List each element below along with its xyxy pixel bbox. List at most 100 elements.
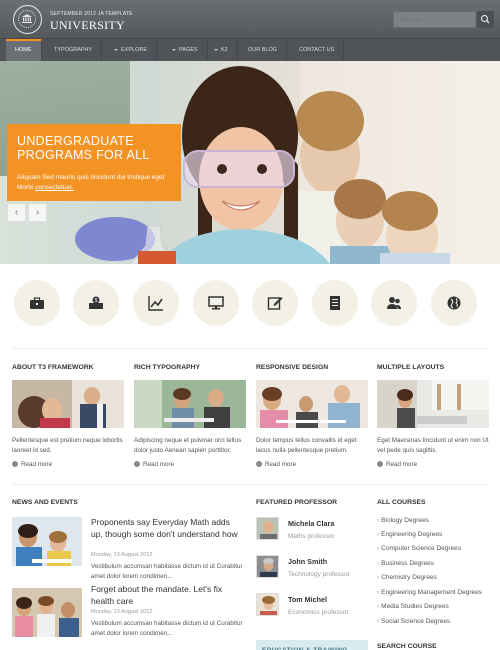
edit-button[interactable]: [252, 280, 298, 326]
course-link[interactable]: › Biology Degrees: [377, 517, 429, 524]
news-date: Monday, 13 August 2012: [91, 552, 153, 558]
feature-text: Pellentesque est pretium neque lobortis …: [12, 437, 123, 454]
divider: [12, 484, 488, 485]
nav-pages[interactable]: PAGES: [163, 39, 208, 61]
avatar[interactable]: [256, 517, 279, 540]
news-text: Vestibulum accumsan habitasse dictum id …: [91, 563, 243, 580]
chevron-right-icon: ›: [377, 531, 380, 538]
nav-k2[interactable]: K2: [205, 39, 238, 61]
money-button[interactable]: $: [73, 280, 119, 326]
university-seal-logo[interactable]: [13, 5, 42, 34]
feature-image[interactable]: [377, 380, 489, 428]
logo-tagline: SEPTEMBER 2012 JA TEMPLATE: [50, 11, 133, 17]
feature-column: RESPONSIVE DESIGN Dolor tempus tellus co…: [256, 364, 368, 468]
nav-typography[interactable]: TYPOGRAPHY: [45, 39, 103, 61]
avatar[interactable]: [256, 593, 279, 616]
news-text: Vestibulum accumsan habitasse dictum id …: [91, 620, 243, 637]
search-icon: [480, 14, 490, 24]
globe-button[interactable]: [431, 280, 477, 326]
arrow-circle-icon: [134, 461, 140, 467]
site-header: SEPTEMBER 2012 JA TEMPLATE UNIVERSITY: [0, 0, 500, 38]
main-nav: HOME TYPOGRAPHY EXPLORE PAGES K2 OUR BLO…: [0, 38, 500, 61]
feature-heading[interactable]: RICH TYPOGRAPHY: [134, 364, 246, 371]
chevron-right-icon: ›: [377, 589, 380, 596]
nav-contact-us[interactable]: CONTACT US: [290, 39, 345, 61]
feature-icons-row: $: [0, 280, 500, 326]
chevron-right-icon: ›: [377, 603, 380, 610]
news-image[interactable]: [12, 588, 82, 637]
chevron-right-icon: ›: [377, 618, 380, 625]
hero-slider: UNDERGRADUATE PROGRAMS FOR ALL Aliquam S…: [0, 61, 500, 264]
news-item: Proponents say Everyday Math adds up, th…: [12, 517, 243, 587]
monitor-button[interactable]: [193, 280, 239, 326]
nav-explore[interactable]: EXPLORE: [105, 39, 157, 61]
slider-prev-button[interactable]: ‹: [7, 203, 26, 222]
professor-name[interactable]: John Smith: [288, 557, 327, 566]
divider: [12, 348, 488, 349]
briefcase-button[interactable]: [14, 280, 60, 326]
course-link[interactable]: › Social Science Degrees: [377, 618, 450, 625]
nav-home[interactable]: HOME: [6, 39, 42, 61]
course-link[interactable]: › Engineering Degrees: [377, 531, 442, 538]
professor-role: Economics professor: [288, 609, 349, 616]
chevron-right-icon: ›: [377, 574, 380, 581]
education-training-box[interactable]: EDUCATION & TRAINING: [256, 640, 368, 650]
read-more-link[interactable]: Read more: [12, 461, 52, 468]
course-link[interactable]: › Engineering Management Degrees: [377, 589, 482, 596]
professor-item: Tom Michel Economics professor: [256, 593, 368, 627]
news-title[interactable]: Proponents say Everyday Math adds up, th…: [91, 517, 243, 540]
logo-title[interactable]: UNIVERSITY: [50, 18, 125, 33]
feature-image[interactable]: [134, 380, 246, 428]
chevron-down-icon: [172, 48, 176, 51]
arrow-circle-icon: [12, 461, 18, 467]
users-icon: [387, 297, 401, 309]
read-more-link[interactable]: Read more: [256, 461, 296, 468]
feature-column: MULTIPLE LAYOUTS Eget Maecenas tincidunt…: [377, 364, 489, 468]
news-image[interactable]: [12, 517, 82, 566]
document-icon: [330, 296, 340, 310]
feature-text: Adipiscing neque et pulvinar orci tellus…: [134, 437, 242, 454]
read-more-link[interactable]: Read more: [377, 461, 417, 468]
slider-next-button[interactable]: ›: [28, 203, 47, 222]
money-icon: $: [89, 296, 103, 309]
course-link[interactable]: › Business Degrees: [377, 560, 434, 567]
course-link[interactable]: › Chemistry Degrees: [377, 574, 437, 581]
nav-our-blog[interactable]: OUR BLOG: [239, 39, 288, 61]
hero-text: Aliquam Sed mauris quis tincidunt dui tr…: [17, 174, 165, 191]
news-title[interactable]: Forget about the mandate. Let's fix heal…: [91, 584, 243, 607]
feature-text: Eget Maecenas tincidunt ut enim non Ut v…: [377, 437, 489, 454]
course-link[interactable]: › Media Studies Degrees: [377, 603, 449, 610]
avatar[interactable]: [256, 555, 279, 578]
chevron-down-icon: [114, 48, 118, 51]
read-more-link[interactable]: Read more: [134, 461, 174, 468]
feature-image[interactable]: [256, 380, 368, 428]
chevron-down-icon: [214, 48, 218, 51]
feature-heading[interactable]: MULTIPLE LAYOUTS: [377, 364, 489, 371]
building-icon: [22, 14, 32, 23]
arrow-circle-icon: [256, 461, 262, 467]
feature-heading[interactable]: ABOUT T3 FRAMEWORK: [12, 364, 124, 371]
search-button[interactable]: [477, 11, 494, 28]
document-button[interactable]: [312, 280, 358, 326]
monitor-icon: [208, 296, 224, 310]
edit-icon: [267, 297, 283, 310]
feature-column: ABOUT T3 FRAMEWORK Pellentesque est pret…: [12, 364, 124, 468]
professor-name[interactable]: Michela Clara: [288, 519, 334, 528]
feature-image[interactable]: [12, 380, 124, 428]
briefcase-icon: [30, 297, 44, 309]
search-input[interactable]: [393, 11, 476, 28]
search-course-heading: SEARCH COURSE: [377, 643, 437, 650]
chevron-right-icon: ›: [35, 207, 40, 218]
professor-heading: FEATURED PROFESSOR: [256, 499, 338, 506]
feature-heading[interactable]: RESPONSIVE DESIGN: [256, 364, 368, 371]
feature-text: Dolor tempus tellus convallis id eget la…: [256, 437, 357, 454]
chart-button[interactable]: [133, 280, 179, 326]
professor-role: Maths professor: [288, 533, 335, 540]
course-link[interactable]: › Computer Science Degrees: [377, 545, 461, 552]
professor-role: Technology professor: [288, 571, 350, 578]
hero-link[interactable]: consectetuer.: [35, 184, 74, 191]
courses-heading: ALL COURSES: [377, 499, 426, 506]
professor-name[interactable]: Tom Michel: [288, 595, 327, 604]
users-button[interactable]: [371, 280, 417, 326]
chevron-right-icon: ›: [377, 517, 380, 524]
